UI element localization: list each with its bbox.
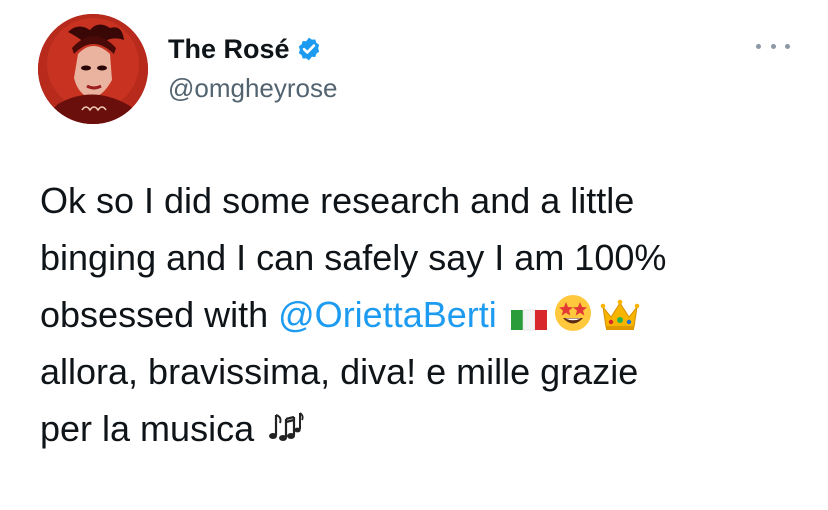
author-avatar[interactable] [38, 14, 148, 124]
author-handle[interactable]: @omgheyrose [168, 72, 337, 104]
dot [770, 43, 776, 49]
italy-flag-emoji-icon [510, 307, 547, 333]
tweet-line-2: binging and I can safely say I am 100% [40, 237, 667, 278]
author-display-name[interactable]: The Rosé [168, 32, 290, 66]
author-name-row: The Rosé [168, 32, 322, 66]
dot [756, 43, 761, 49]
avatar-image [38, 14, 148, 124]
tweet-line-3: obsessed with @OriettaBerti [40, 286, 810, 343]
tweet-line-5-text: per la musica [40, 408, 255, 449]
tweet-line-4: allora, bravissima, diva! e mille grazie [40, 351, 639, 392]
tweet-line-1: Ok so I did some research and a little [40, 180, 635, 221]
musical-notes-emoji-icon [264, 407, 304, 447]
star-struck-emoji-icon [553, 293, 593, 333]
dot [785, 43, 790, 49]
crown-emoji-icon [599, 297, 641, 333]
tweet-text: Ok so I did some research and a little b… [40, 172, 810, 457]
tweet-line-3-text: obsessed with [40, 294, 279, 335]
tweet-card: The Rosé @omgheyrose Ok so I did some re… [0, 0, 828, 510]
tweet-line-5: per la musica [40, 400, 810, 457]
more-options-icon[interactable] [756, 38, 790, 54]
mention-link[interactable]: @OriettaBerti [278, 294, 497, 335]
verified-badge-icon [296, 36, 322, 62]
